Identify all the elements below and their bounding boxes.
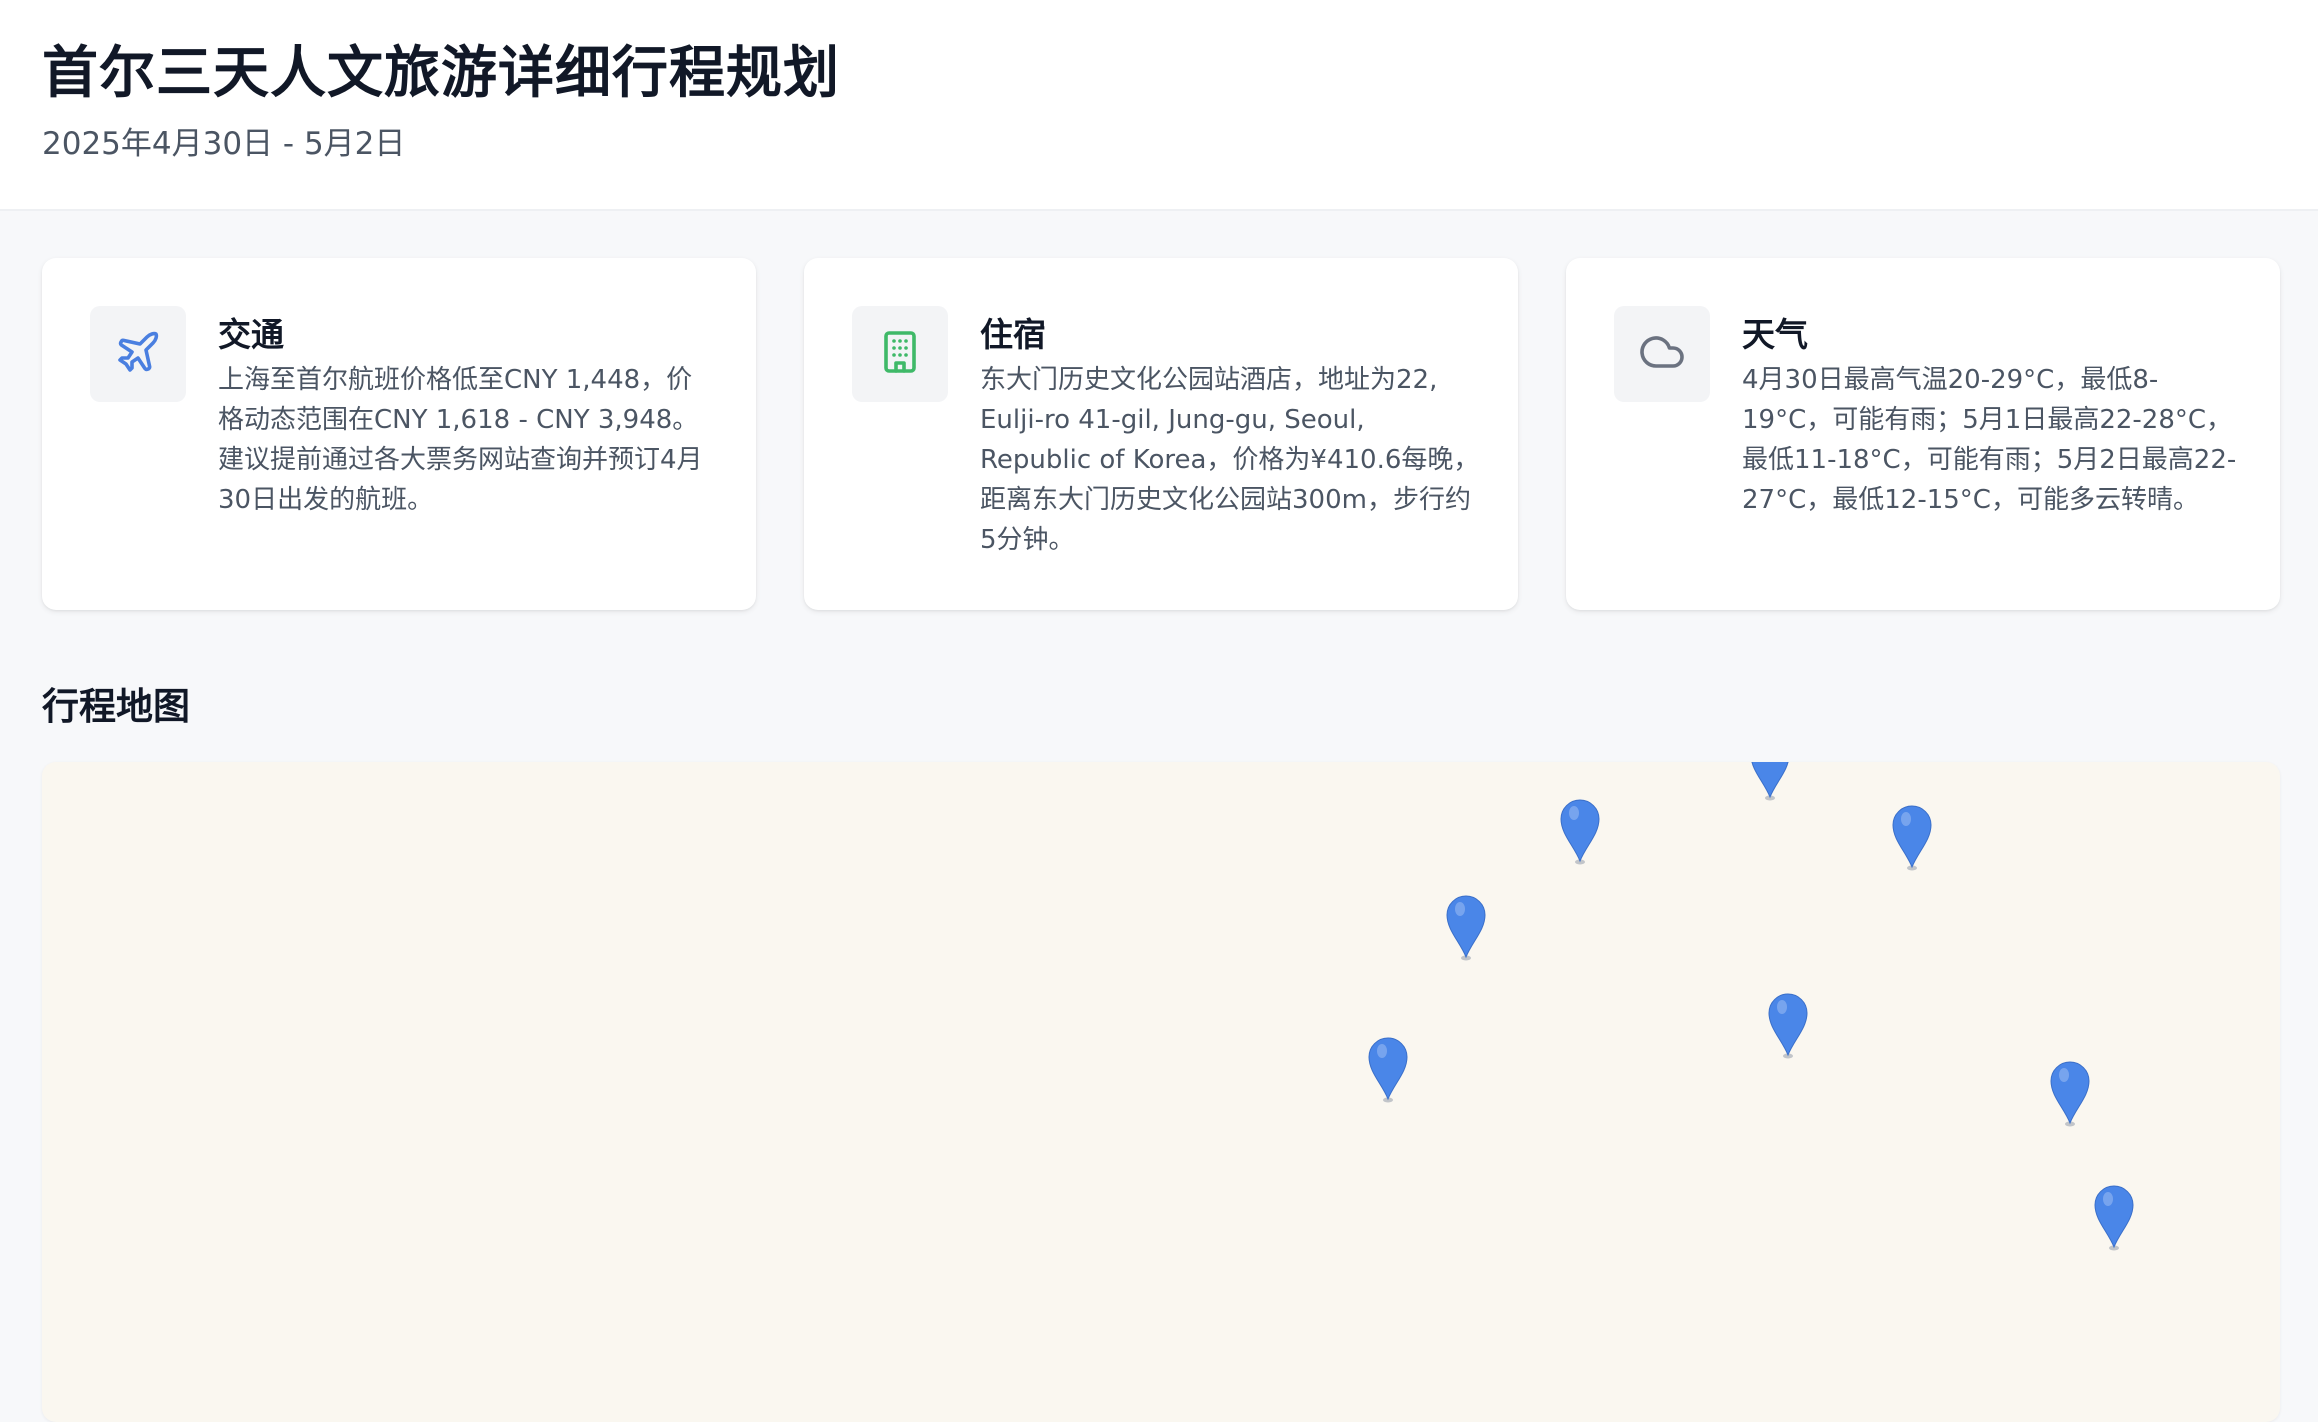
itinerary-map[interactable] bbox=[42, 762, 2280, 1422]
transport-icon-box bbox=[90, 306, 186, 402]
map-pin-icon[interactable] bbox=[1446, 894, 1486, 962]
map-pin-icon[interactable] bbox=[1560, 798, 1600, 866]
map-pin-icon[interactable] bbox=[1368, 1036, 1408, 1104]
transport-title: 交通 bbox=[218, 315, 284, 354]
weather-icon-box bbox=[1614, 306, 1710, 402]
map-pin-icon[interactable] bbox=[2094, 1184, 2134, 1252]
map-pin-icon[interactable] bbox=[2050, 1060, 2090, 1128]
building-icon bbox=[876, 328, 924, 380]
weather-card: 天气 4月30日最高气温20-29°C，最低8-19°C，可能有雨；5月1日最高… bbox=[1566, 258, 2280, 610]
airplane-icon bbox=[114, 328, 162, 380]
transport-card: 交通 上海至首尔航班价格低至CNY 1,448，价格动态范围在CNY 1,618… bbox=[42, 258, 756, 610]
weather-text: 4月30日最高气温20-29°C，最低8-19°C，可能有雨；5月1日最高22-… bbox=[1742, 365, 2237, 515]
lodging-icon-box bbox=[852, 306, 948, 402]
map-pin-icon[interactable] bbox=[1892, 804, 1932, 872]
page-title: 首尔三天人文旅游详细行程规划 bbox=[42, 41, 840, 106]
map-section-title: 行程地图 bbox=[42, 685, 190, 728]
lodging-title: 住宿 bbox=[980, 315, 1046, 354]
transport-text: 上海至首尔航班价格低至CNY 1,448，价格动态范围在CNY 1,618 - … bbox=[218, 365, 703, 515]
map-pin-icon[interactable] bbox=[1768, 992, 1808, 1060]
map-pin-icon[interactable] bbox=[1750, 762, 1790, 802]
lodging-text: 东大门历史文化公园站酒店，地址为22, Eulji-ro 41-gil, Jun… bbox=[980, 365, 1480, 555]
page-subtitle: 2025年4月30日 - 5月2日 bbox=[42, 126, 406, 162]
page-header: 首尔三天人文旅游详细行程规划 2025年4月30日 - 5月2日 bbox=[0, 0, 2318, 211]
cloud-icon bbox=[1638, 328, 1686, 380]
weather-title: 天气 bbox=[1742, 315, 1808, 354]
lodging-card: 住宿 东大门历史文化公园站酒店，地址为22, Eulji-ro 41-gil, … bbox=[804, 258, 1518, 610]
